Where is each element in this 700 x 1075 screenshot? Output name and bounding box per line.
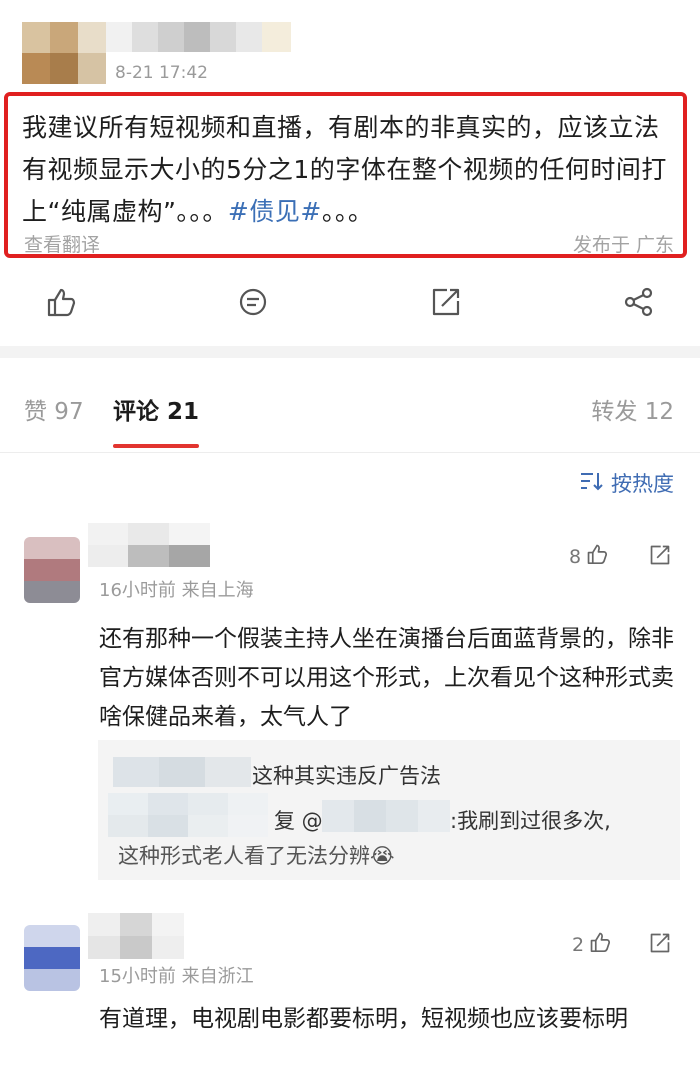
comment-meta: 15小时前 来自浙江 (99, 966, 254, 987)
share-icon[interactable] (429, 285, 463, 319)
comment-icon[interactable] (236, 285, 270, 319)
tabs-divider (0, 452, 700, 453)
post-username[interactable] (106, 22, 291, 52)
comment-username[interactable] (88, 523, 210, 567)
tab-likes[interactable]: 赞 97 (24, 392, 84, 426)
comment-text: 有道理，电视剧电影都要标明，短视频也应该要标明 (99, 1006, 628, 1032)
comment-meta: 16小时前 来自上海 (99, 580, 254, 601)
reply-username (113, 757, 251, 787)
translate-link[interactable]: 查看翻译 (24, 230, 100, 257)
thumbs-up-icon (585, 542, 609, 571)
tab-comments[interactable]: 评论 21 (113, 392, 199, 426)
tab-reposts[interactable]: 转发 12 (591, 392, 674, 426)
sort-icon (579, 470, 605, 497)
comment-like-count: 2 (572, 933, 585, 956)
sort-toggle[interactable]: 按热度 (579, 468, 674, 498)
sort-label: 按热度 (611, 472, 674, 496)
comment-like-button[interactable]: 8 (569, 542, 609, 571)
post-text: 我建议所有短视频和直播，有剧本的非真实的，应该立法有视频显示大小的5分之1的字体… (22, 107, 682, 233)
thumbs-up-icon (588, 930, 612, 959)
comment-username[interactable] (88, 913, 184, 959)
hashtag-link[interactable]: #债见# (228, 197, 322, 226)
post-text-tail: 。。。 (321, 197, 374, 226)
comment-like-count: 8 (569, 545, 582, 568)
avatar[interactable] (24, 537, 80, 603)
more-share-icon[interactable] (622, 285, 656, 319)
reply-username (108, 793, 268, 837)
post-location: 发布于 广东 (572, 234, 674, 256)
active-tab-indicator (113, 444, 199, 448)
reply-text: 这种其实违反广告法 (252, 764, 441, 788)
avatar[interactable] (24, 925, 80, 991)
comment-share-icon[interactable] (648, 931, 672, 959)
section-divider (0, 346, 700, 358)
reply-text: :我刷到过很多次, (450, 809, 611, 833)
post-avatar[interactable] (22, 22, 106, 84)
mentioned-username[interactable] (322, 800, 450, 832)
comment-text: 还有那种一个假装主持人坐在演播台后面蓝背景的，除非官方媒体否则不可以用这个形式，… (99, 626, 674, 730)
post-timestamp: 8-21 17:42 (115, 63, 208, 83)
comment-like-button[interactable]: 2 (572, 930, 612, 959)
comment-share-icon[interactable] (648, 543, 672, 571)
like-icon[interactable] (44, 285, 78, 319)
reply-text-continued: 这种形式老人看了无法分辨😭 (118, 844, 395, 868)
reply-prefix: 复 @ (274, 809, 323, 833)
